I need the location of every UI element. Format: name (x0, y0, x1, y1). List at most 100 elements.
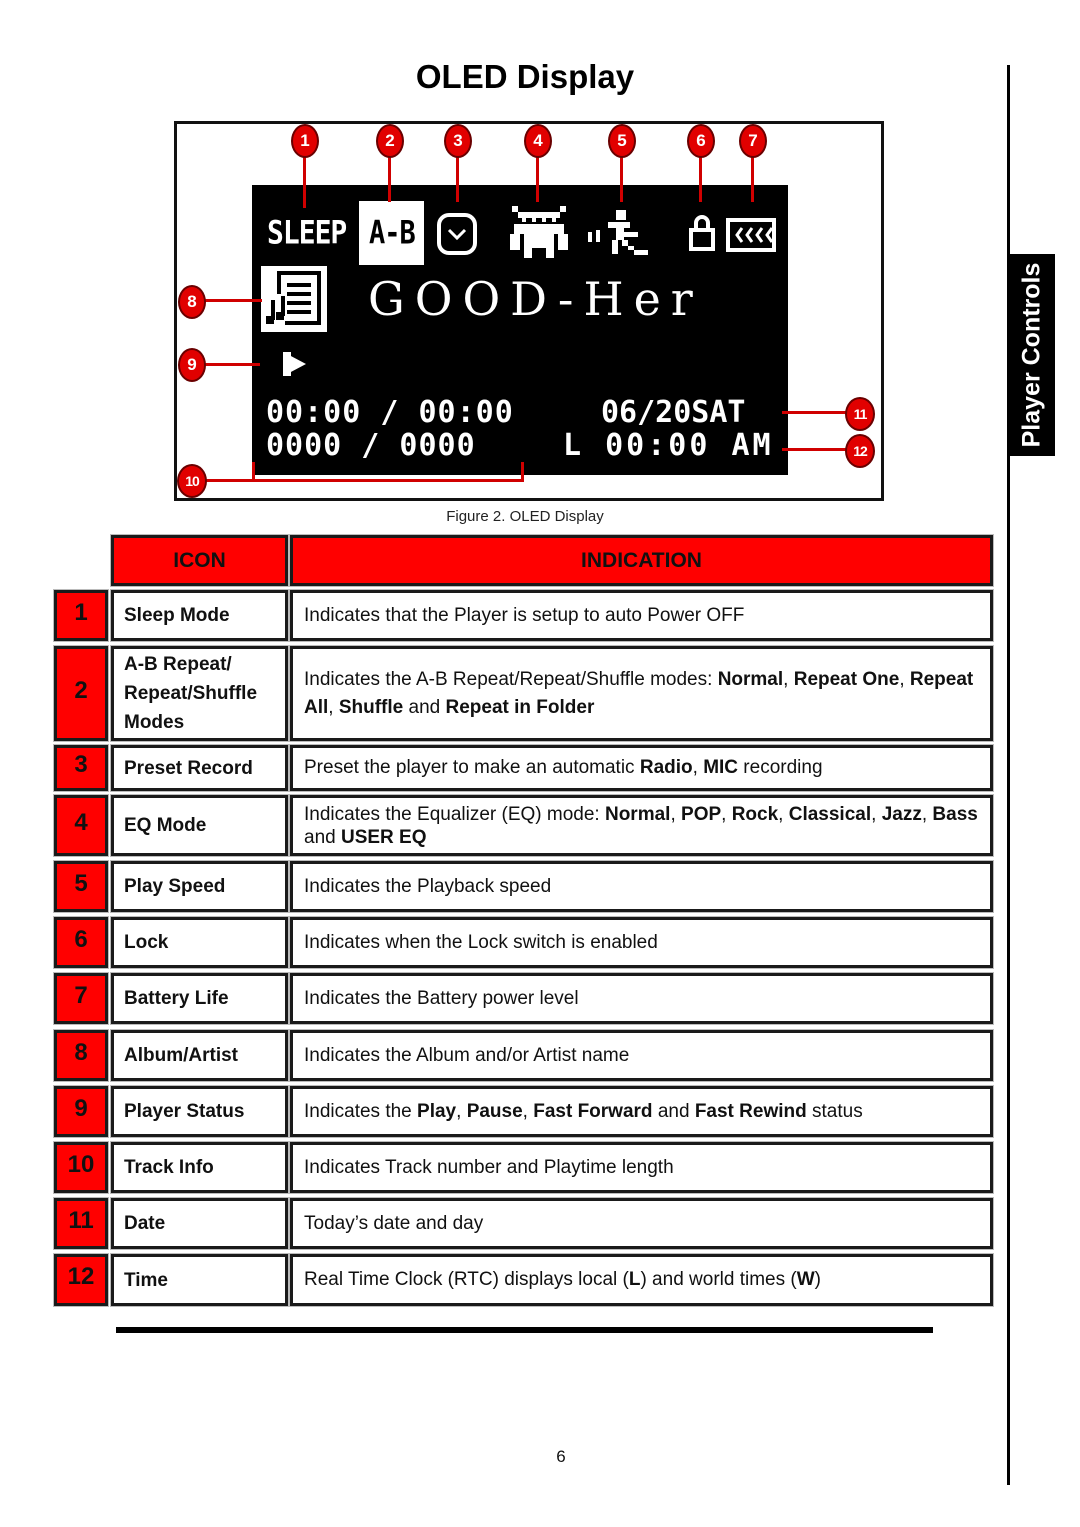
indication-cell: Indicates the Album and/or Artist name (290, 1030, 993, 1081)
bold-term: Classical (788, 803, 872, 825)
indication-text: Today’s date and day (304, 1210, 483, 1238)
indication-text: Indicates the A-B Repeat/Repeat/Shuffle … (304, 666, 982, 722)
text-segment: Preset the player to make an automatic (304, 757, 640, 778)
text-segment: ) and world times ( (640, 1269, 797, 1290)
bottom-rule (116, 1327, 933, 1333)
icon-name-cell: Battery Life (111, 973, 288, 1024)
leader-line-12 (782, 448, 848, 451)
leader-line-10-right (521, 462, 524, 481)
indication-cell: Indicates the Battery power level (290, 973, 993, 1024)
date-display: 06/20SAT (601, 395, 746, 430)
track-title: GOOD-Her (368, 272, 703, 326)
header-icon: ICON (111, 535, 288, 586)
text-segment: and (304, 826, 341, 848)
text-segment: Today’s date and day (304, 1212, 484, 1234)
text-segment: , (778, 803, 789, 825)
eq-mode-icon (510, 206, 568, 258)
indication-text: Indicates when the Lock switch is enable… (304, 929, 658, 957)
row-number: 11 (54, 1198, 108, 1249)
icon-name-cell: Track Info (111, 1142, 288, 1193)
page-number: 6 (556, 1447, 566, 1466)
leader-line-1 (303, 150, 306, 208)
indication-text: Indicates that the Player is setup to au… (304, 602, 744, 630)
text-segment: Real Time Clock (RTC) displays local ( (304, 1269, 629, 1290)
bold-term: Fast Forward (533, 1100, 653, 1122)
callout-7: 7 (739, 124, 767, 158)
play-speed-icon (588, 210, 648, 255)
indication-cell: Indicates that the Player is setup to au… (290, 590, 993, 641)
indication-cell: Indicates the Equalizer (EQ) mode: Norma… (290, 795, 993, 856)
row-number: 4 (54, 795, 108, 856)
callout-6: 6 (687, 124, 715, 158)
icon-name-cell: Preset Record (111, 745, 288, 791)
page-title: OLED Display (415, 58, 635, 95)
sleep-indicator: SLEEP (267, 213, 347, 252)
row-number: 1 (54, 590, 108, 641)
text-segment: , (921, 803, 933, 825)
callout-1: 1 (291, 124, 319, 158)
leader-line-9 (202, 363, 260, 366)
bold-term: Rock (731, 803, 779, 825)
bold-term: USER EQ (340, 826, 427, 848)
preset-record-icon (437, 213, 477, 255)
text-segment: Indicates the Album and/or Artist name (304, 1044, 630, 1066)
bold-term: L (628, 1269, 641, 1290)
header-indication: INDICATION (290, 535, 993, 586)
icon-name-cell: Sleep Mode (111, 590, 288, 641)
callout-12: 12 (845, 434, 875, 468)
text-segment: ) (814, 1269, 821, 1290)
indication-cell: Preset the player to make an automatic R… (290, 745, 993, 791)
side-tab: Player Controls (1009, 254, 1055, 456)
icon-name-cell: Time (111, 1254, 288, 1306)
text-segment: , (670, 803, 682, 825)
bold-term: Normal (717, 668, 784, 690)
text-segment: recording (738, 757, 823, 778)
icon-name-cell: Date (111, 1198, 288, 1249)
indication-text: Indicates the Equalizer (EQ) mode: Norma… (304, 803, 982, 849)
indication-text: Preset the player to make an automatic R… (304, 754, 823, 782)
row-number: 9 (54, 1086, 108, 1137)
ab-repeat-label: A-B (369, 214, 416, 253)
indication-cell: Indicates the A-B Repeat/Repeat/Shuffle … (290, 646, 993, 741)
text-segment: Indicates when the Lock switch is enable… (304, 931, 658, 953)
text-segment: Indicates the (304, 1100, 418, 1122)
indication-text: Indicates Track number and Playtime leng… (304, 1154, 674, 1182)
icon-name-cell: Lock (111, 917, 288, 968)
callout-11: 11 (845, 397, 875, 431)
bold-term: W (796, 1269, 815, 1290)
icon-name-cell: EQ Mode (111, 795, 288, 856)
row-number: 8 (54, 1030, 108, 1081)
callout-10: 10 (177, 464, 207, 498)
text-segment: Indicates Track number and Playtime leng… (304, 1156, 674, 1178)
bold-term: Shuffle (338, 696, 404, 718)
track-count: 0000 / 0000 (266, 428, 476, 463)
indication-cell: Real Time Clock (RTC) displays local (L)… (290, 1254, 993, 1306)
indication-cell: Today’s date and day (290, 1198, 993, 1249)
bold-term: Jazz (881, 803, 922, 825)
time-display: L 00:00 AM (563, 428, 774, 463)
row-number: 10 (54, 1142, 108, 1193)
indication-text: Indicates the Battery power level (304, 985, 579, 1013)
bold-term: Normal (604, 803, 671, 825)
leader-line-11 (782, 411, 848, 414)
bold-term: Pause (466, 1100, 523, 1122)
indication-cell: Indicates when the Lock switch is enable… (290, 917, 993, 968)
bold-term: Radio (639, 757, 693, 778)
text-segment: and (652, 1100, 695, 1122)
side-tab-label: Player Controls (1017, 262, 1046, 448)
indication-cell: Indicates Track number and Playtime leng… (290, 1142, 993, 1193)
album-artist-icon (261, 266, 327, 332)
bold-term: Fast Rewind (694, 1100, 807, 1122)
icon-name-cell: Player Status (111, 1086, 288, 1137)
row-number: 6 (54, 917, 108, 968)
bold-term: Repeat in Folder (445, 696, 595, 718)
indication-text: Indicates the Album and/or Artist name (304, 1042, 629, 1070)
play-status-icon (283, 352, 306, 376)
battery-icon (726, 218, 776, 252)
callout-5: 5 (608, 124, 636, 158)
text-segment: , (783, 668, 794, 690)
row-number: 7 (54, 973, 108, 1024)
callout-3: 3 (444, 124, 472, 158)
icon-name-cell: Album/Artist (111, 1030, 288, 1081)
indication-text: Real Time Clock (RTC) displays local (L)… (304, 1266, 821, 1294)
